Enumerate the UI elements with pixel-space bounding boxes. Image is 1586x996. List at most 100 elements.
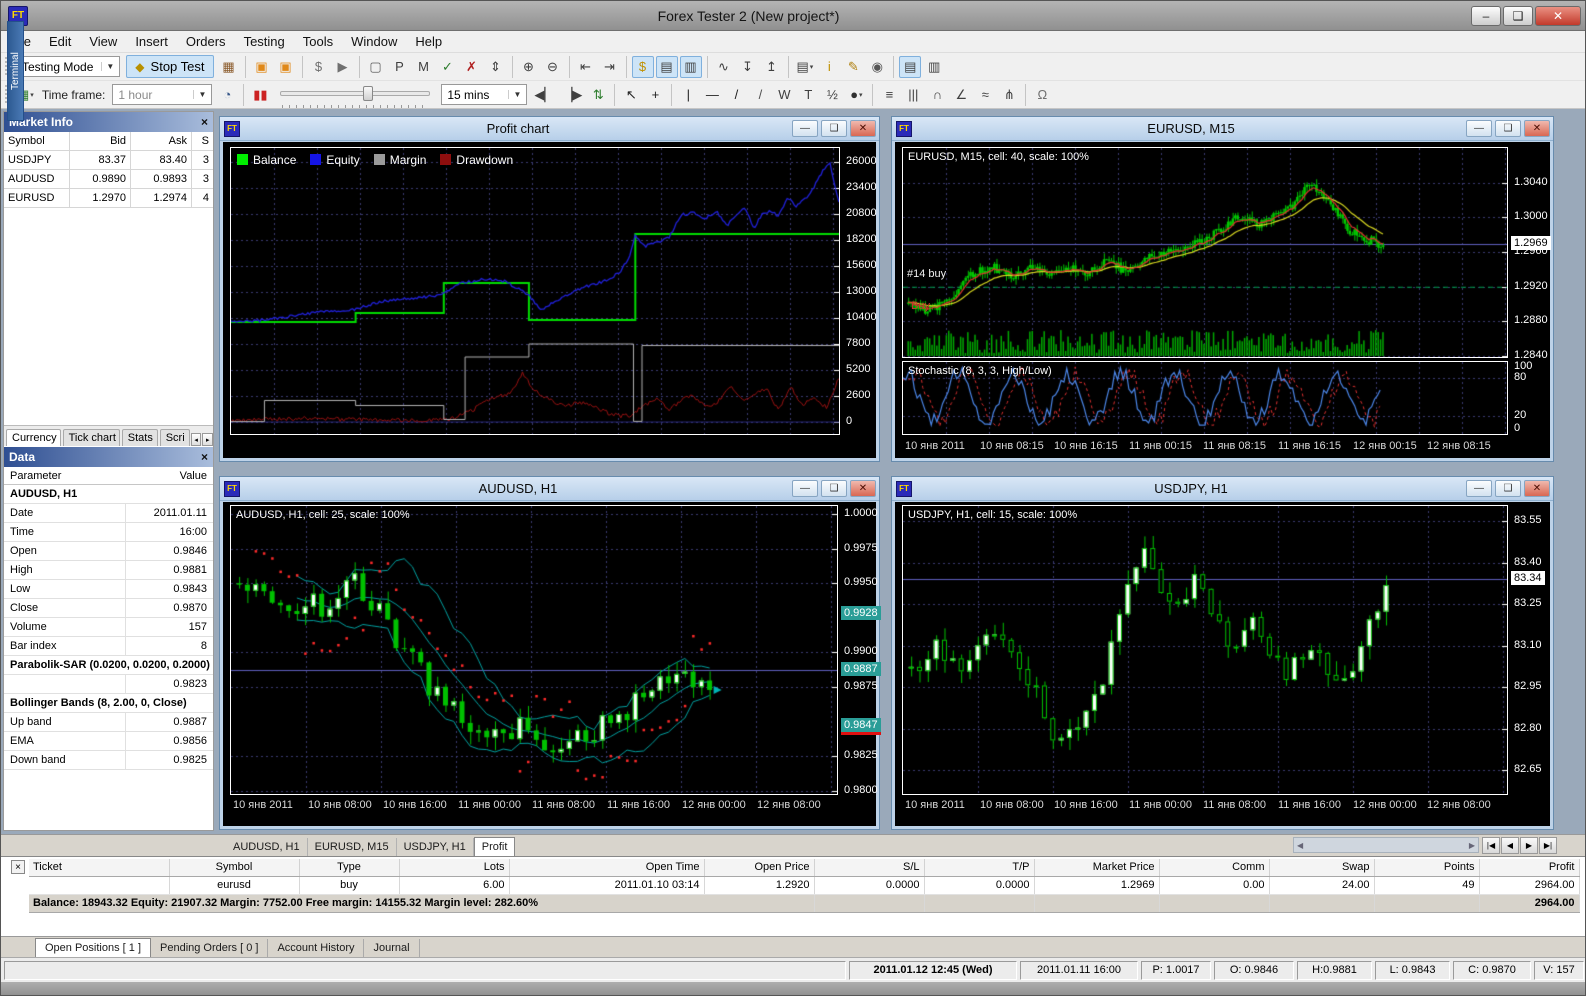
open-positions-panel-icon[interactable]: ▤	[656, 56, 678, 78]
tab-stats[interactable]: Stats	[122, 429, 158, 446]
terminal-side-tab[interactable]: Terminal	[7, 21, 24, 121]
profit-chart-canvas[interactable]	[231, 148, 839, 434]
price-axis[interactable]: 2600023400208001820015600130001040078005…	[843, 147, 877, 435]
market-info-row[interactable]: EURUSD1.29701.29744	[4, 189, 213, 208]
cursor-tool-icon[interactable]: ↖	[620, 84, 642, 106]
column-header[interactable]: T/P	[924, 859, 1034, 876]
last-tab-button[interactable]: ▶|	[1539, 837, 1557, 854]
delete-order-icon[interactable]: ✗	[461, 56, 483, 78]
market-info-header[interactable]: Market Info ×	[4, 112, 213, 132]
zoom-in-icon[interactable]: ⊕	[518, 56, 540, 78]
audusd-chart-plot[interactable]: AUDUSD, H1, cell: 25, scale: 100%	[230, 505, 838, 795]
step-back-icon[interactable]: ◀▏	[531, 84, 557, 106]
usdjpy-chart-plot[interactable]: USDJPY, H1, cell: 15, scale: 100%	[902, 505, 1508, 795]
testing-mode-select[interactable]: Testing Mode▼	[16, 56, 120, 77]
speed-slider[interactable]	[280, 85, 430, 105]
chart-tab-audusd-h1[interactable]: AUDUSD, H1	[226, 838, 308, 856]
jump-back-icon[interactable]: ⇤	[575, 56, 597, 78]
screenshot-icon[interactable]: ◉	[866, 56, 888, 78]
wave-tool-icon[interactable]: W	[773, 84, 795, 106]
title-bar[interactable]: FT Forex Tester 2 (New project*) – ❑ ✕	[1, 1, 1586, 31]
minimize-button[interactable]: —	[792, 120, 818, 137]
trend-line-tool-icon[interactable]: /	[725, 84, 747, 106]
data-panel-header[interactable]: Data ×	[4, 447, 213, 467]
column-header[interactable]: Open Time	[509, 859, 704, 876]
menu-item-window[interactable]: Window	[342, 34, 406, 49]
scroll-right-icon[interactable]: ▶	[1469, 841, 1475, 850]
chart-tab-profit[interactable]: Profit	[474, 837, 516, 856]
column-header[interactable]: S/L	[814, 859, 924, 876]
menu-item-view[interactable]: View	[80, 34, 126, 49]
first-tab-button[interactable]: |◀	[1482, 837, 1500, 854]
buy-marker-icon[interactable]: ↥	[761, 56, 783, 78]
shape-tool-icon[interactable]: ●▾	[845, 84, 867, 106]
clear-all-icon[interactable]: ✎	[842, 56, 864, 78]
table-row[interactable]: eurusdbuy6.002011.01.10 03:141.29200.000…	[29, 876, 1579, 894]
open-positions-table[interactable]: TicketSymbolTypeLotsOpen TimeOpen PriceS…	[29, 859, 1580, 913]
price-axis[interactable]: 1.30401.30001.29601.29201.28801.28401.29…	[1511, 147, 1551, 358]
tab-currency[interactable]: Currency	[6, 429, 61, 446]
fibo-numbers-tool-icon[interactable]: ½	[821, 84, 843, 106]
close-icon[interactable]: ×	[201, 450, 208, 464]
child-window-titlebar[interactable]: FT EURUSD, M15 — ❑ ✕	[892, 117, 1553, 141]
fibo-expansion-tool-icon[interactable]: ≈	[974, 84, 996, 106]
stop-test-button[interactable]: ◆Stop Test	[126, 55, 213, 78]
tick-chart-panel-icon[interactable]: ▤	[899, 56, 921, 78]
column-header[interactable]: Lots	[399, 859, 509, 876]
vertical-line-tool-icon[interactable]: |	[677, 84, 699, 106]
speed-select[interactable]: 15 mins▼	[441, 84, 527, 105]
price-axis[interactable]: 1.00000.99750.99500.99000.98750.98250.98…	[841, 505, 877, 795]
time-axis[interactable]: 10 янв 201110 янв 08:0010 янв 16:0011 ян…	[230, 798, 838, 813]
tab-open-positions-[interactable]: Open Positions [ 1 ]	[35, 938, 151, 957]
profit-chart-toggle-icon[interactable]: ∿	[713, 56, 735, 78]
column-header[interactable]: Type	[299, 859, 399, 876]
prev-tab-button[interactable]: ◀	[1501, 837, 1519, 854]
close-button[interactable]: ✕	[1524, 480, 1550, 497]
eurusd-chart-plot[interactable]: EURUSD, M15, cell: 40, scale: 100% #14 b…	[902, 147, 1508, 358]
profit-chart-plot[interactable]: BalanceEquityMarginDrawdown	[230, 147, 840, 435]
minimize-button[interactable]: —	[1466, 480, 1492, 497]
tab-pending-orders-[interactable]: Pending Orders [ 0 ]	[151, 939, 268, 957]
chart-tab-scrollbar[interactable]: ◀▶	[1293, 837, 1479, 853]
close-icon[interactable]: ×	[11, 860, 25, 874]
pitchfork-tool-icon[interactable]: ⋔	[998, 84, 1020, 106]
symbol-properties-icon[interactable]: i	[818, 56, 840, 78]
chart-properties-icon[interactable]: ▦	[218, 56, 240, 78]
usdjpy-chart-canvas[interactable]	[903, 506, 1507, 794]
market-order-icon[interactable]: M	[413, 56, 435, 78]
tick-step-icon[interactable]: ⇅	[587, 84, 609, 106]
resume-test-icon[interactable]: ▶	[332, 56, 354, 78]
zoom-out-icon[interactable]: ⊖	[542, 56, 564, 78]
tab-account-history[interactable]: Account History	[268, 939, 364, 957]
fibo-arcs-tool-icon[interactable]: ∩	[926, 84, 948, 106]
deposit-money-icon[interactable]: $	[308, 56, 330, 78]
notes-icon[interactable]: ▤▾	[794, 56, 817, 78]
magnet-tool-icon[interactable]: Ω	[1031, 84, 1053, 106]
column-header[interactable]: Symbol	[169, 859, 299, 876]
copy-chart-icon[interactable]: ▣	[251, 56, 273, 78]
tab-scri[interactable]: Scri	[160, 429, 190, 446]
restore-button[interactable]: ❑	[821, 480, 847, 497]
scroll-left-icon[interactable]: ◀	[1297, 841, 1303, 850]
time-settings-icon[interactable]: ◔	[216, 84, 238, 106]
timeframe-select[interactable]: 1 hour▼	[112, 84, 212, 105]
paste-chart-icon[interactable]: ▣	[275, 56, 297, 78]
tab-tick-chart[interactable]: Tick chart	[63, 429, 120, 446]
menu-item-insert[interactable]: Insert	[126, 34, 177, 49]
close-button[interactable]: ✕	[1524, 120, 1550, 137]
tab-scroll-left-icon[interactable]: ◂	[191, 433, 202, 446]
text-tool-icon[interactable]: T	[797, 84, 819, 106]
close-button[interactable]: ✕	[850, 480, 876, 497]
new-order-icon[interactable]: ▢	[365, 56, 387, 78]
price-axis[interactable]: 83.5583.4083.2583.1082.9582.8082.6583.34	[1511, 505, 1551, 795]
column-header[interactable]: Ticket	[29, 859, 169, 876]
horizontal-line-tool-icon[interactable]: —	[701, 84, 723, 106]
next-tab-button[interactable]: ▶	[1520, 837, 1538, 854]
column-header[interactable]: Market Price	[1034, 859, 1159, 876]
account-history-panel-icon[interactable]: ▥	[680, 56, 702, 78]
sell-marker-icon[interactable]: ↧	[737, 56, 759, 78]
restore-button[interactable]: ❑	[1495, 120, 1521, 137]
minimize-button[interactable]: –	[1471, 6, 1501, 26]
menu-item-tools[interactable]: Tools	[294, 34, 342, 49]
gann-fan-tool-icon[interactable]: ∠	[950, 84, 972, 106]
